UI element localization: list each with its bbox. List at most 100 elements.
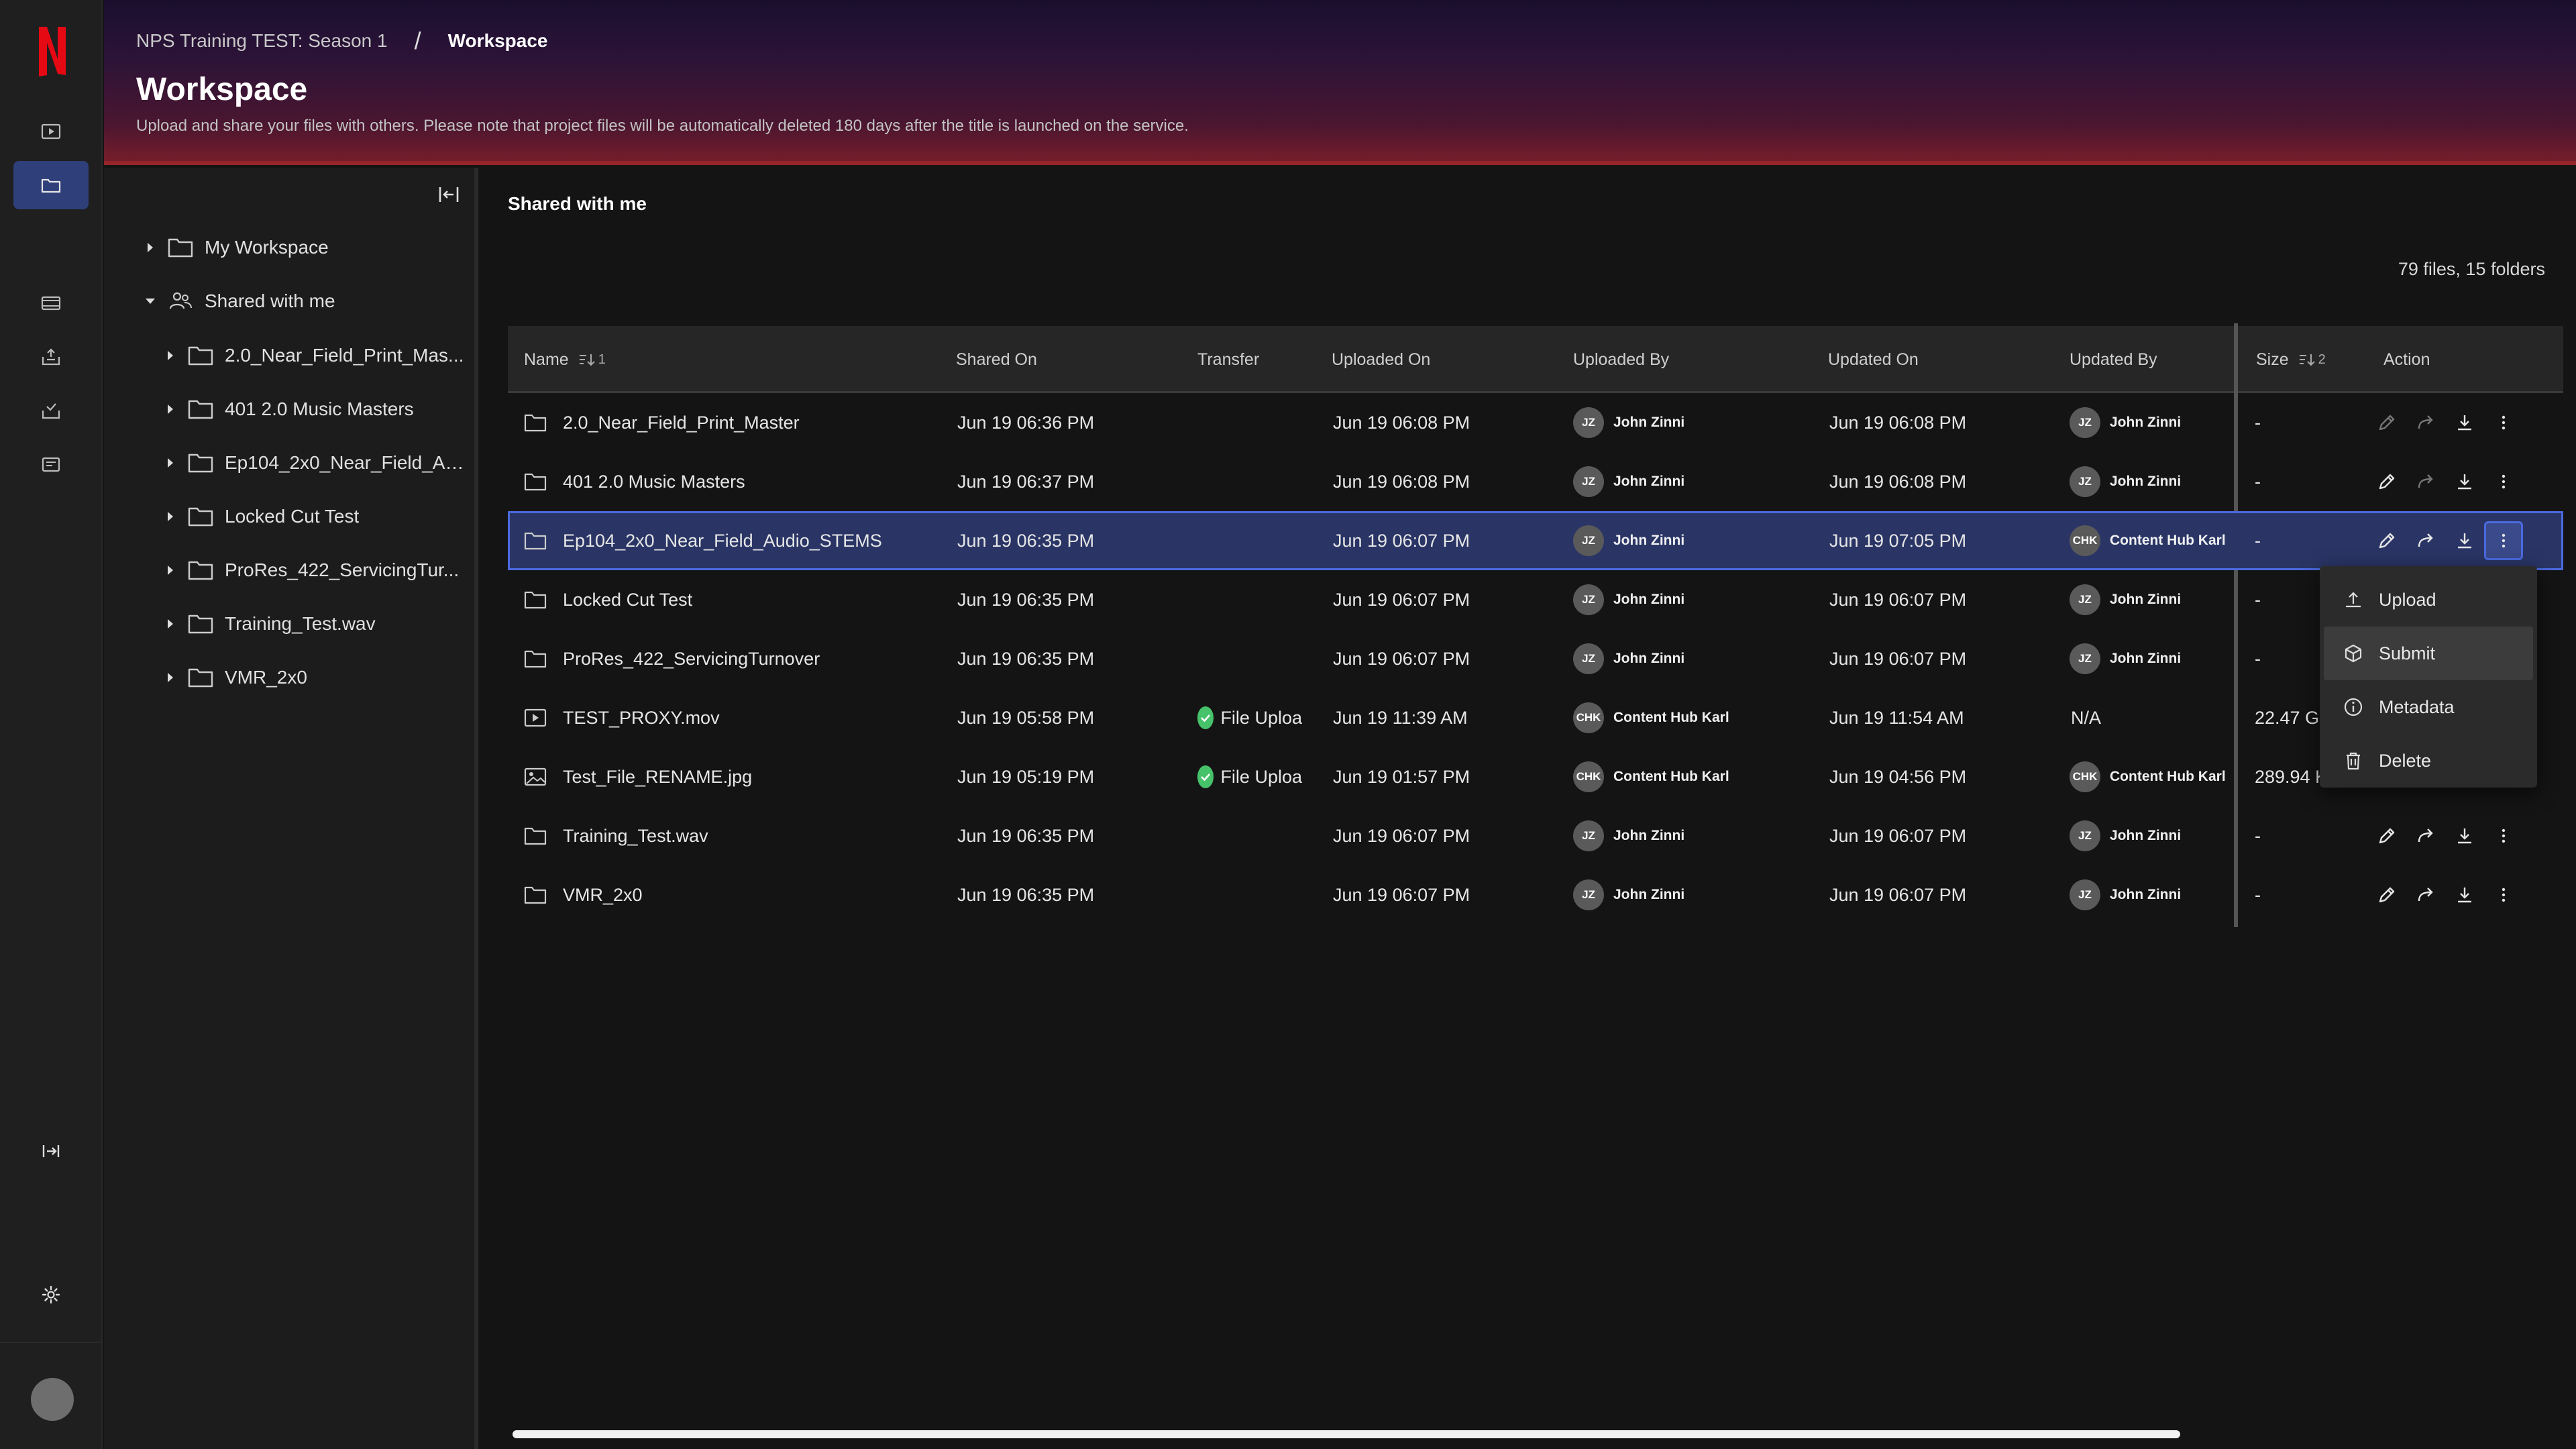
- share-button[interactable]: [2406, 462, 2445, 501]
- rail-workspace-button[interactable]: [13, 161, 89, 209]
- table-row[interactable]: VMR_2x0 Jun 19 06:35 PM Jun 19 06:07 PM JZ J…: [508, 865, 2563, 924]
- col-uploaded-on-header[interactable]: Uploaded On: [1332, 326, 1430, 393]
- sort-indicator[interactable]: 2: [2298, 352, 2326, 368]
- cell-name[interactable]: TEST_PROXY.mov: [524, 688, 720, 747]
- tree-item-child[interactable]: Training_Test.wav: [162, 607, 376, 641]
- cell-name[interactable]: Training_Test.wav: [524, 806, 708, 865]
- cell-name[interactable]: VMR_2x0: [524, 865, 643, 924]
- sort-indicator[interactable]: 1: [578, 352, 606, 368]
- tree-item-child[interactable]: 2.0_Near_Field_Print_Mas...: [162, 339, 464, 372]
- rail-inbox-button[interactable]: [13, 440, 89, 488]
- col-transfer-header[interactable]: Transfer: [1197, 326, 1259, 393]
- caret-right-icon[interactable]: [142, 239, 159, 256]
- cell-uploaded-by: JZ John Zinni: [1573, 452, 1684, 511]
- caret-right-icon[interactable]: [162, 561, 179, 579]
- menu-item-delete[interactable]: Delete: [2324, 734, 2533, 788]
- rail-play-button[interactable]: [13, 107, 89, 156]
- more-actions-button[interactable]: [2484, 816, 2523, 855]
- more-actions-button[interactable]: [2484, 875, 2523, 914]
- download-button[interactable]: [2445, 875, 2484, 914]
- col-shared-on-header[interactable]: Shared On: [956, 326, 1037, 393]
- folder-icon: [188, 400, 213, 419]
- col-uploaded-by-header[interactable]: Uploaded By: [1573, 326, 1669, 393]
- tree-item-child[interactable]: Locked Cut Test: [162, 500, 359, 533]
- tree-item-child[interactable]: VMR_2x0: [162, 661, 307, 694]
- user-avatar[interactable]: [31, 1378, 74, 1421]
- cell-uploaded-by: JZ John Zinni: [1573, 806, 1684, 865]
- rail-deliveries-button[interactable]: [13, 333, 89, 381]
- col-size-header[interactable]: Size 2: [2256, 326, 2326, 393]
- tree-item-shared-with-me[interactable]: Shared with me: [142, 284, 335, 318]
- table-row[interactable]: Ep104_2x0_Near_Field_Audio_STEMS Jun 19 0…: [508, 511, 2563, 570]
- caret-right-icon[interactable]: [162, 454, 179, 472]
- col-updated-by-header[interactable]: Updated By: [2070, 326, 2157, 393]
- tree-item-my-workspace[interactable]: My Workspace: [142, 231, 329, 264]
- table-row[interactable]: Training_Test.wav Jun 19 06:35 PM Jun 19 0…: [508, 806, 2563, 865]
- caret-right-icon[interactable]: [162, 615, 179, 633]
- file-count: 79 files, 15 folders: [2398, 259, 2545, 279]
- more-actions-button[interactable]: [2484, 521, 2523, 560]
- caret-right-icon[interactable]: [162, 347, 179, 364]
- share-button[interactable]: [2406, 521, 2445, 560]
- tree-item-child[interactable]: Ep104_2x0_Near_Field_Au...: [162, 446, 466, 480]
- download-button[interactable]: [2445, 521, 2484, 560]
- table-row[interactable]: Locked Cut Test Jun 19 06:35 PM Jun 19 06:…: [508, 570, 2563, 629]
- breadcrumb-project-link[interactable]: NPS Training TEST: Season 1: [136, 30, 388, 52]
- cell-name[interactable]: Test_File_RENAME.jpg: [524, 747, 752, 806]
- cell-uploaded-on: Jun 19 06:08 PM: [1333, 412, 1470, 433]
- caret-right-icon[interactable]: [162, 669, 179, 686]
- rail-settings-button[interactable]: [13, 1271, 89, 1319]
- tree-item-child[interactable]: 401 2.0 Music Masters: [162, 392, 414, 426]
- avatar: JZ: [1573, 820, 1604, 851]
- cell-name[interactable]: Ep104_2x0_Near_Field_Audio_STEMS: [524, 511, 882, 570]
- rename-button[interactable]: [2367, 875, 2406, 914]
- row-actions-menu: Upload Submit Metadata Delete: [2320, 566, 2537, 788]
- netflix-logo-icon[interactable]: [36, 24, 68, 78]
- folder-icon: [188, 614, 213, 634]
- table-row[interactable]: ProRes_422_ServicingTurnover Jun 19 06:35…: [508, 629, 2563, 688]
- caret-right-icon[interactable]: [162, 508, 179, 525]
- download-icon: [2458, 474, 2471, 490]
- download-button[interactable]: [2445, 816, 2484, 855]
- collapse-panel-button[interactable]: [433, 181, 465, 208]
- share-button[interactable]: [2406, 403, 2445, 442]
- avatar: JZ: [1573, 879, 1604, 910]
- cell-name[interactable]: Locked Cut Test: [524, 570, 692, 629]
- table-row[interactable]: 2.0_Near_Field_Print_Master Jun 19 06:36 …: [508, 393, 2563, 452]
- rename-button[interactable]: [2367, 521, 2406, 560]
- inbox-icon: [42, 457, 60, 472]
- rail-media-button[interactable]: [13, 279, 89, 327]
- rename-button[interactable]: [2367, 816, 2406, 855]
- col-name-header[interactable]: Name 1: [524, 326, 606, 393]
- download-button[interactable]: [2445, 403, 2484, 442]
- share-button[interactable]: [2406, 816, 2445, 855]
- col-updated-on-header[interactable]: Updated On: [1828, 326, 1919, 393]
- menu-item-upload[interactable]: Upload: [2324, 573, 2533, 627]
- tree-item-label: My Workspace: [205, 237, 329, 258]
- rail-review-button[interactable]: [13, 386, 89, 435]
- cell-uploaded-by: JZ John Zinni: [1573, 629, 1684, 688]
- row-actions: [2367, 511, 2523, 570]
- rail-expand-button[interactable]: [13, 1127, 89, 1175]
- cell-name[interactable]: ProRes_422_ServicingTurnover: [524, 629, 820, 688]
- table-row[interactable]: TEST_PROXY.mov Jun 19 05:58 PM File Uploa J…: [508, 688, 2563, 747]
- more-actions-button[interactable]: [2484, 462, 2523, 501]
- menu-item-metadata[interactable]: Metadata: [2324, 680, 2533, 734]
- caret-down-icon[interactable]: [142, 292, 159, 310]
- menu-item-submit[interactable]: Submit: [2324, 627, 2533, 680]
- caret-right-icon[interactable]: [162, 400, 179, 418]
- check-circle-icon: [1197, 706, 1214, 729]
- more-actions-button[interactable]: [2484, 403, 2523, 442]
- horizontal-scrollbar[interactable]: [513, 1430, 2180, 1438]
- cell-name[interactable]: 2.0_Near_Field_Print_Master: [524, 393, 800, 452]
- tree-item-child[interactable]: ProRes_422_ServicingTur...: [162, 553, 459, 587]
- download-button[interactable]: [2445, 462, 2484, 501]
- table-row[interactable]: 401 2.0 Music Masters Jun 19 06:37 PM Jun …: [508, 452, 2563, 511]
- cell-name[interactable]: 401 2.0 Music Masters: [524, 452, 745, 511]
- share-button[interactable]: [2406, 875, 2445, 914]
- more-vertical-icon: [2502, 828, 2506, 843]
- rename-button[interactable]: [2367, 462, 2406, 501]
- table-row[interactable]: Test_File_RENAME.jpg Jun 19 05:19 PM File …: [508, 747, 2563, 806]
- rename-button[interactable]: [2367, 403, 2406, 442]
- cell-size: -: [2255, 825, 2261, 846]
